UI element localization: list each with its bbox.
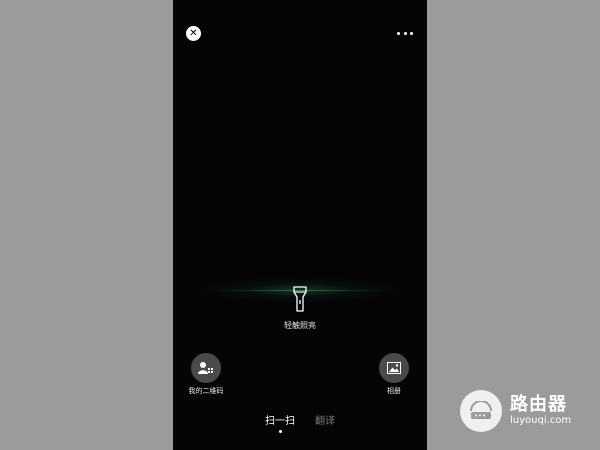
more-dot bbox=[403, 31, 407, 35]
tab-translate-label: 翻译 bbox=[315, 416, 335, 427]
watermark-subtitle: luyouqi.com bbox=[510, 415, 572, 426]
scanner-screen: ✕ 轻触照亮 我的二维码 相册 扫一扫 翻译 bbox=[173, 0, 427, 450]
torch-toggle[interactable]: 轻触照亮 bbox=[173, 286, 427, 331]
more-dot bbox=[397, 31, 400, 35]
active-tab-indicator bbox=[278, 430, 282, 433]
album-label: 相册 bbox=[387, 387, 401, 395]
album-icon-circle bbox=[379, 353, 409, 383]
tab-scan[interactable]: 扫一扫 bbox=[265, 412, 295, 433]
my-qr-code-icon-circle bbox=[191, 353, 221, 383]
watermark-title: 路由器 bbox=[510, 394, 567, 415]
torch-label: 轻触照亮 bbox=[284, 321, 316, 330]
tab-translate[interactable]: 翻译 bbox=[315, 412, 335, 433]
close-icon: ✕ bbox=[189, 27, 198, 39]
tab-scan-label: 扫一扫 bbox=[265, 416, 295, 427]
album-button[interactable]: 相册 bbox=[364, 353, 424, 396]
watermark-text: 路由器 luyouqi.com bbox=[510, 395, 571, 427]
flashlight-icon bbox=[293, 286, 307, 312]
my-qr-code-label: 我的二维码 bbox=[188, 387, 224, 395]
more-dot bbox=[410, 31, 413, 35]
my-qr-code-icon bbox=[198, 362, 213, 374]
more-options-button[interactable] bbox=[397, 27, 413, 39]
album-icon bbox=[387, 362, 401, 374]
router-logo-icon bbox=[460, 390, 502, 432]
mode-tabs: 扫一扫 翻译 bbox=[173, 412, 427, 433]
watermark: 路由器 luyouqi.com bbox=[460, 386, 600, 436]
close-button[interactable]: ✕ bbox=[186, 26, 201, 41]
my-qr-code-button[interactable]: 我的二维码 bbox=[176, 353, 236, 396]
